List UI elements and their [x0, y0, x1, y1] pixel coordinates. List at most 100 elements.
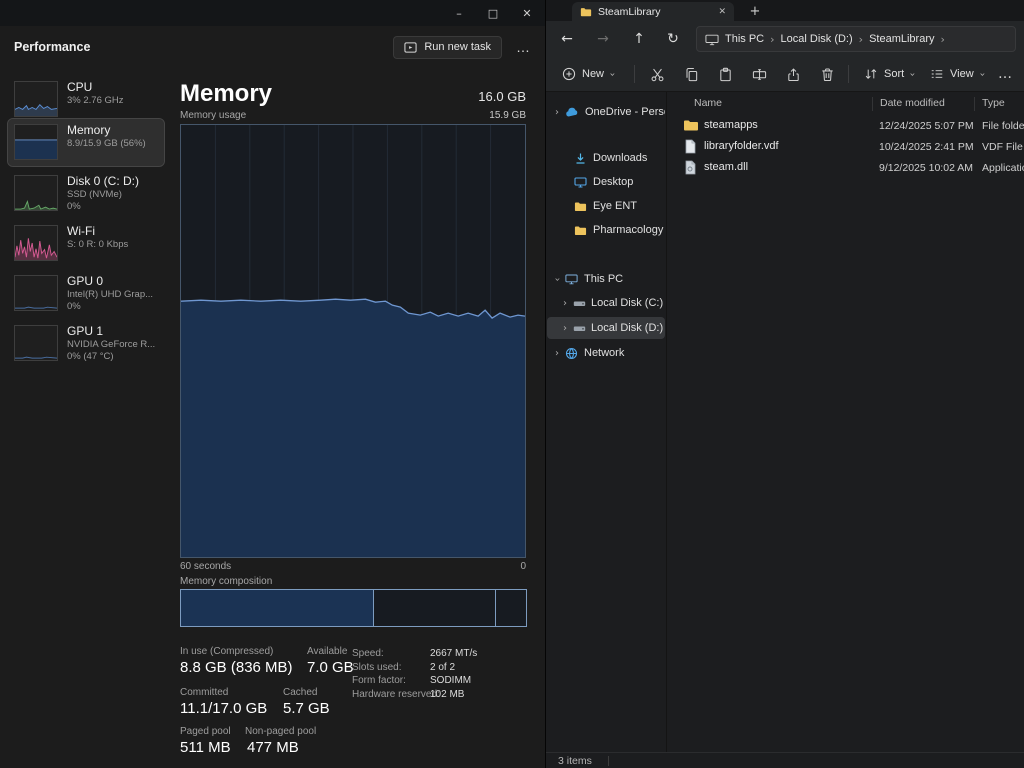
sidebar-disk-label: Disk 0 (C: D:)	[67, 174, 162, 189]
copy-icon	[684, 67, 699, 82]
view-button-label: View	[950, 68, 974, 80]
downloads-icon	[574, 152, 587, 165]
view-button[interactable]: View ›	[922, 61, 992, 87]
tab-folder-icon	[580, 6, 592, 18]
file-row-steamapps[interactable]: steamapps 12/24/2025 5:07 PM File folder	[668, 116, 1024, 136]
sidebar-item-memory[interactable]: Memory 8.9/15.9 GB (56%)	[8, 119, 164, 166]
breadcrumb-this-pc[interactable]: This PC	[725, 33, 764, 45]
file-row-steam-dll[interactable]: steam.dll 9/12/2025 10:02 AM Application	[668, 158, 1024, 178]
column-header-name[interactable]: Name	[694, 97, 722, 109]
slots-label: Slots used:	[352, 662, 401, 673]
memory-usage-graph	[180, 124, 526, 558]
delete-icon	[820, 67, 835, 82]
cached-label: Cached	[283, 687, 317, 698]
sidebar-cpu-sub: 3% 2.76 GHz	[67, 95, 162, 107]
file-name: steamapps	[704, 119, 758, 131]
navpane-item-pharmacology[interactable]: Pharmacology	[547, 219, 665, 241]
navpane-item-eye-ent[interactable]: Eye ENT	[547, 195, 665, 217]
new-tab-button[interactable]: +	[746, 2, 764, 20]
copy-button[interactable]	[676, 61, 706, 87]
tree-chevron-icon[interactable]: ›	[555, 107, 559, 118]
breadcrumb[interactable]: This PC › Local Disk (D:) › SteamLibrary…	[696, 26, 1016, 52]
memory-composition-bar[interactable]	[180, 589, 527, 627]
composition-in-use-segment	[181, 590, 374, 626]
tree-chevron-icon[interactable]: ›	[555, 348, 559, 359]
cut-icon	[650, 67, 665, 82]
sidebar-item-wifi[interactable]: Wi-Fi S: 0 R: 0 Kbps	[8, 220, 164, 267]
up-button[interactable]: ↑	[626, 27, 652, 51]
share-icon	[786, 67, 801, 82]
memory-stats: In use (Compressed) Available 8.8 GB (83…	[180, 644, 530, 759]
explorer-tab-steamlibrary[interactable]: SteamLibrary ✕	[572, 2, 734, 21]
memory-scale-max: 15.9 GB	[489, 110, 526, 121]
tab-close-icon[interactable]: ✕	[718, 7, 726, 17]
sidebar-memory-label: Memory	[67, 123, 162, 138]
hardware-reserved-label: Hardware reserved:	[352, 689, 440, 700]
column-divider[interactable]	[974, 97, 975, 111]
sort-button[interactable]: Sort ›	[856, 61, 922, 87]
breadcrumb-chevron-icon[interactable]: ›	[940, 33, 944, 46]
breadcrumb-steamlibrary[interactable]: SteamLibrary	[869, 33, 934, 45]
run-new-task-icon	[404, 41, 417, 54]
refresh-button[interactable]: ↻	[660, 27, 686, 51]
sidebar-item-cpu[interactable]: CPU 3% 2.76 GHz	[8, 76, 164, 123]
gpu0-thumbnail-graph	[14, 275, 58, 311]
sidebar-disk-sub2: 0%	[67, 201, 162, 213]
tree-chevron-expanded-icon[interactable]: ›	[552, 277, 563, 281]
drive-icon	[573, 297, 586, 310]
column-divider[interactable]	[872, 97, 873, 111]
navpane-network-label: Network	[584, 347, 624, 359]
share-button[interactable]	[778, 61, 808, 87]
close-button[interactable]: ✕	[510, 0, 544, 26]
sidebar-item-gpu1[interactable]: GPU 1 NVIDIA GeForce R... 0% (47 °C)	[8, 320, 164, 367]
breadcrumb-local-disk-d[interactable]: Local Disk (D:)	[781, 33, 853, 45]
file-name: steam.dll	[704, 161, 748, 173]
memory-usage-row: Memory usage 15.9 GB	[180, 110, 526, 121]
file-type: VDF File	[982, 141, 1023, 153]
nonpaged-pool-value: 477 MB	[247, 739, 299, 756]
navpane-item-downloads[interactable]: Downloads	[547, 147, 665, 169]
taskmanager-titlebar[interactable]: – □ ✕	[0, 0, 545, 26]
tree-chevron-icon[interactable]: ›	[563, 323, 567, 334]
navpane-item-this-pc[interactable]: › This PC	[547, 268, 665, 290]
speed-value: 2667 MT/s	[430, 648, 477, 659]
chevron-down-icon: ›	[976, 72, 987, 76]
sidebar-item-disk0[interactable]: Disk 0 (C: D:) SSD (NVMe) 0%	[8, 170, 164, 217]
sidebar-item-gpu0[interactable]: GPU 0 Intel(R) UHD Grap... 0%	[8, 270, 164, 317]
paste-button[interactable]	[710, 61, 740, 87]
composition-divider	[495, 590, 496, 626]
file-name: libraryfolder.vdf	[704, 140, 779, 152]
column-header-date-modified[interactable]: Date modified	[880, 97, 945, 109]
wifi-thumbnail-graph	[14, 225, 58, 261]
new-button[interactable]: New ›	[554, 61, 622, 87]
run-new-task-button[interactable]: Run new task	[393, 36, 502, 59]
navpane-item-network[interactable]: › Network	[547, 342, 665, 364]
chevron-down-icon: ›	[907, 72, 918, 76]
form-factor-label: Form factor:	[352, 675, 406, 686]
breadcrumb-chevron-icon[interactable]: ›	[770, 33, 774, 46]
rename-button[interactable]	[744, 61, 774, 87]
delete-button[interactable]	[812, 61, 842, 87]
sidebar-memory-sub: 8.9/15.9 GB (56%)	[67, 138, 162, 150]
file-row-libraryfolder-vdf[interactable]: libraryfolder.vdf 10/24/2025 2:41 PM VDF…	[668, 137, 1024, 157]
speed-label: Speed:	[352, 648, 384, 659]
navpane-item-onedrive[interactable]: › OneDrive - Persona	[547, 101, 665, 123]
pane-resizer[interactable]	[666, 92, 667, 752]
toolbar-divider	[634, 65, 635, 83]
form-factor-value: SODIMM	[430, 675, 471, 686]
navpane-item-local-disk-c[interactable]: › Local Disk (C:)	[547, 292, 665, 314]
forward-button[interactable]: →	[590, 27, 616, 51]
navpane-item-desktop[interactable]: Desktop	[547, 171, 665, 193]
column-header-type[interactable]: Type	[982, 97, 1005, 109]
maximize-button[interactable]: □	[476, 0, 510, 26]
minimize-button[interactable]: –	[442, 0, 476, 26]
cut-button[interactable]	[642, 61, 672, 87]
back-button[interactable]: ←	[554, 27, 580, 51]
tree-chevron-icon[interactable]: ›	[563, 298, 567, 309]
navpane-item-local-disk-d[interactable]: › Local Disk (D:)	[547, 317, 665, 339]
breadcrumb-chevron-icon[interactable]: ›	[859, 33, 863, 46]
see-more-button[interactable]: …	[990, 61, 1020, 87]
taskmanager-more-button[interactable]: …	[516, 39, 531, 55]
sort-button-label: Sort	[884, 68, 904, 80]
onedrive-cloud-icon	[565, 106, 579, 119]
